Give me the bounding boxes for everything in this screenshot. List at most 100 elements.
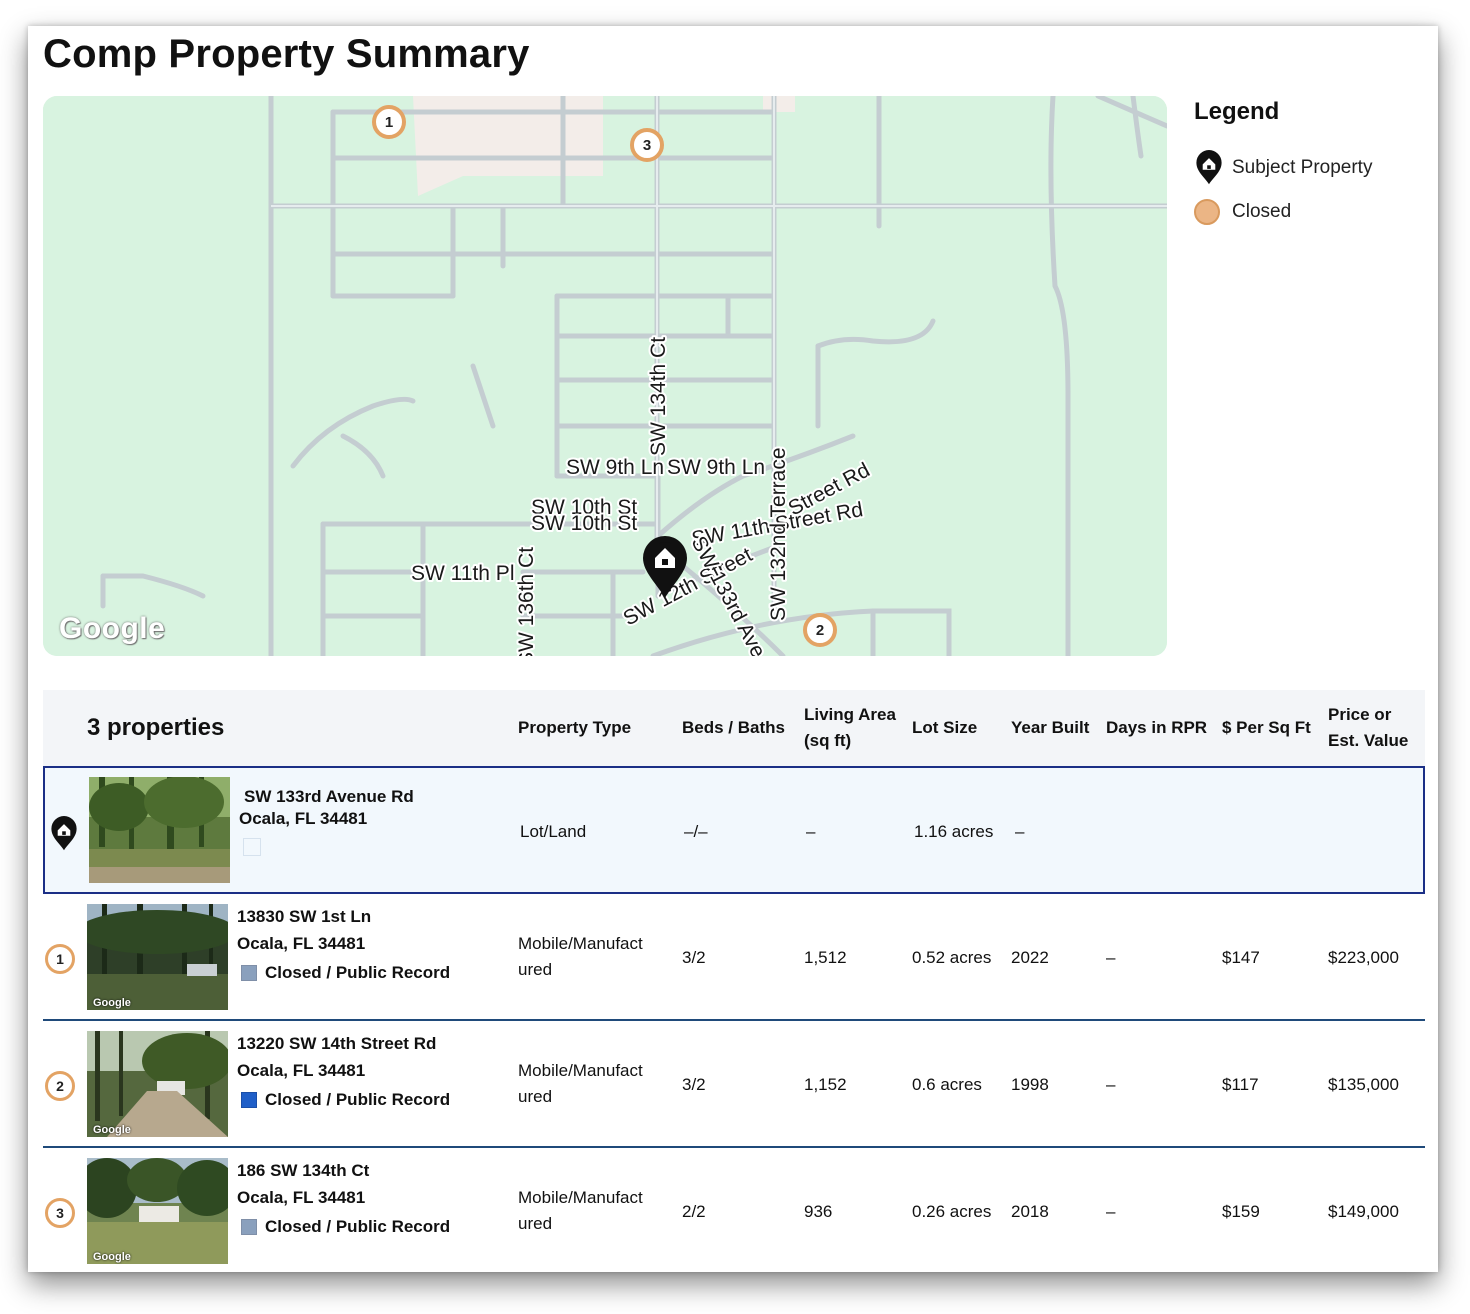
- comp-per-sq-ft: $147: [1222, 948, 1260, 967]
- status-text: Closed / Public Record: [265, 1090, 451, 1109]
- status-swatch: [241, 1092, 257, 1108]
- table-row[interactable]: 1 Google 13830 SW 1st Ln Ocala, FL 34481…: [43, 894, 1425, 1021]
- legend-label-closed: Closed: [1232, 201, 1292, 222]
- comp-price: $135,000: [1328, 1075, 1399, 1094]
- property-type-line2: ured: [518, 1087, 553, 1106]
- status-swatch: [241, 965, 257, 981]
- comp-year-built: 1998: [1011, 1075, 1049, 1094]
- comp-address-line2: Ocala, FL 34481: [237, 934, 366, 953]
- comp-living-area: 1,512: [804, 948, 847, 967]
- table-row[interactable]: 2 Google 13220 SW 14th Street Rd Ocala, …: [43, 1021, 1425, 1148]
- comp-marker-badge: 3: [45, 1198, 75, 1228]
- comp-address-line1[interactable]: 13830 SW 1st Ln: [237, 904, 371, 930]
- comp-beds-baths: 3/2: [682, 948, 706, 967]
- status-text: Closed / Public Record: [265, 1217, 451, 1236]
- subject-address-line2: Ocala, FL 34481: [239, 809, 368, 828]
- comp-lot-size: 0.6 acres: [912, 1075, 982, 1094]
- col-header-property-type[interactable]: Property Type: [518, 715, 631, 741]
- comp-summary-sheet: Comp Property Summary SW 134th Ct SW 9th…: [28, 26, 1438, 1272]
- comp-marker-badge: 1: [45, 944, 75, 974]
- comp-price: $223,000: [1328, 948, 1399, 967]
- col-header-living-area-line2: (sq ft): [804, 731, 852, 750]
- comp-lot-size: 0.26 acres: [912, 1202, 992, 1221]
- label-sw9thln-a: SW 9th Ln: [566, 456, 664, 479]
- property-photo[interactable]: [89, 777, 230, 883]
- comp-days-in-rpr: –: [1106, 948, 1116, 967]
- col-header-price-line1: Price or: [1328, 705, 1392, 724]
- map-legend: Legend Subject Property Closed: [1194, 98, 1424, 234]
- comp-property-type: Mobile/Manufact ured: [518, 931, 643, 983]
- map-marker-2[interactable]: 2: [803, 613, 837, 647]
- col-header-year-built[interactable]: Year Built: [1011, 715, 1089, 741]
- col-header-lot-size[interactable]: Lot Size: [912, 715, 977, 741]
- col-header-price[interactable]: Price or Est. Value: [1328, 702, 1408, 754]
- photo-credit: Google: [93, 1251, 131, 1263]
- property-count: 3 properties: [87, 714, 225, 741]
- label-sw10thst-b: SW 10th St: [531, 512, 637, 535]
- table-row-subject[interactable]: SW 133rd Avenue Rd Ocala, FL 34481 Lot/L…: [43, 766, 1425, 894]
- comp-table: 3 properties Property Type Beds / Baths …: [43, 690, 1425, 1272]
- property-photo[interactable]: Google: [87, 1031, 228, 1137]
- legend-label-subject: Subject Property: [1232, 157, 1373, 178]
- label-sw9thln-b: SW 9th Ln: [667, 456, 765, 479]
- legend-item-subject: Subject Property: [1194, 146, 1424, 190]
- comp-beds-baths: 2/2: [682, 1202, 706, 1221]
- col-header-per-sq-ft[interactable]: $ Per Sq Ft: [1222, 715, 1311, 741]
- property-type-line1: Mobile/Manufact: [518, 1188, 643, 1207]
- comp-marker-badge: 2: [45, 1071, 75, 1101]
- map-marker-1[interactable]: 1: [372, 105, 406, 139]
- comp-beds-baths: 3/2: [682, 1075, 706, 1094]
- photo-credit: Google: [93, 1124, 131, 1136]
- comp-status: Closed / Public Record: [241, 1214, 450, 1240]
- col-header-living-area-line1: Living Area: [804, 705, 896, 724]
- property-type-line2: ured: [518, 960, 553, 979]
- subject-pin-icon: [1194, 150, 1232, 186]
- comp-living-area: 1,152: [804, 1075, 847, 1094]
- comp-per-sq-ft: $159: [1222, 1202, 1260, 1221]
- svg-text:2: 2: [816, 622, 824, 639]
- subject-year-built: –: [1015, 822, 1025, 841]
- col-header-price-line2: Est. Value: [1328, 731, 1409, 750]
- comp-property-type: Mobile/Manufact ured: [518, 1058, 643, 1110]
- label-sw11thpl: SW 11th Pl: [411, 562, 514, 585]
- map-canvas[interactable]: SW 134th Ct SW 9th Ln SW 9th Ln SW 10th …: [43, 96, 1167, 656]
- label-sw132nd: SW 132nd Terrace: [767, 447, 790, 621]
- property-photo[interactable]: Google: [87, 1158, 228, 1264]
- comp-year-built: 2022: [1011, 948, 1049, 967]
- comp-lot-size: 0.52 acres: [912, 948, 992, 967]
- property-type-line1: Mobile/Manufact: [518, 1061, 643, 1080]
- map-marker-3[interactable]: 3: [630, 128, 664, 162]
- comp-property-type: Mobile/Manufact ured: [518, 1185, 643, 1237]
- svg-text:3: 3: [643, 137, 651, 154]
- comp-days-in-rpr: –: [1106, 1075, 1116, 1094]
- property-type-line1: Mobile/Manufact: [518, 934, 643, 953]
- page-title: Comp Property Summary: [43, 32, 530, 76]
- svg-text:1: 1: [385, 114, 393, 131]
- photo-credit: Google: [93, 997, 131, 1009]
- comp-status: Closed / Public Record: [241, 1087, 450, 1113]
- legend-item-closed: Closed: [1194, 190, 1424, 234]
- subject-pin-icon: [49, 816, 79, 857]
- subject-status-swatch: [243, 838, 261, 856]
- comp-address-line1[interactable]: 186 SW 134th Ct: [237, 1158, 369, 1184]
- legend-title: Legend: [1194, 98, 1280, 125]
- subject-lot-size: 1.16 acres: [914, 822, 994, 841]
- property-photo[interactable]: Google: [87, 904, 228, 1010]
- comp-address-line1[interactable]: 13220 SW 14th Street Rd: [237, 1031, 436, 1057]
- comp-living-area: 936: [804, 1202, 833, 1221]
- comp-year-built: 2018: [1011, 1202, 1049, 1221]
- status-text: Closed / Public Record: [265, 963, 451, 982]
- subject-beds-baths: –/–: [684, 822, 708, 841]
- table-row[interactable]: 3 Google 186 SW 134th Ct Ocala, FL 34481…: [43, 1148, 1425, 1272]
- subject-property-type: Lot/Land: [520, 822, 587, 841]
- col-header-beds-baths[interactable]: Beds / Baths: [682, 715, 785, 741]
- col-header-days-in-rpr[interactable]: Days in RPR: [1106, 715, 1207, 741]
- comp-price: $149,000: [1328, 1202, 1399, 1221]
- table-header: 3 properties Property Type Beds / Baths …: [43, 690, 1425, 766]
- comp-status: Closed / Public Record: [241, 960, 450, 986]
- col-header-living-area[interactable]: Living Area (sq ft): [804, 702, 896, 754]
- comp-map[interactable]: SW 134th Ct SW 9th Ln SW 9th Ln SW 10th …: [43, 96, 1167, 656]
- property-type-line2: ured: [518, 1214, 553, 1233]
- comp-per-sq-ft: $117: [1222, 1075, 1259, 1094]
- google-attribution-logo: Google: [59, 612, 166, 645]
